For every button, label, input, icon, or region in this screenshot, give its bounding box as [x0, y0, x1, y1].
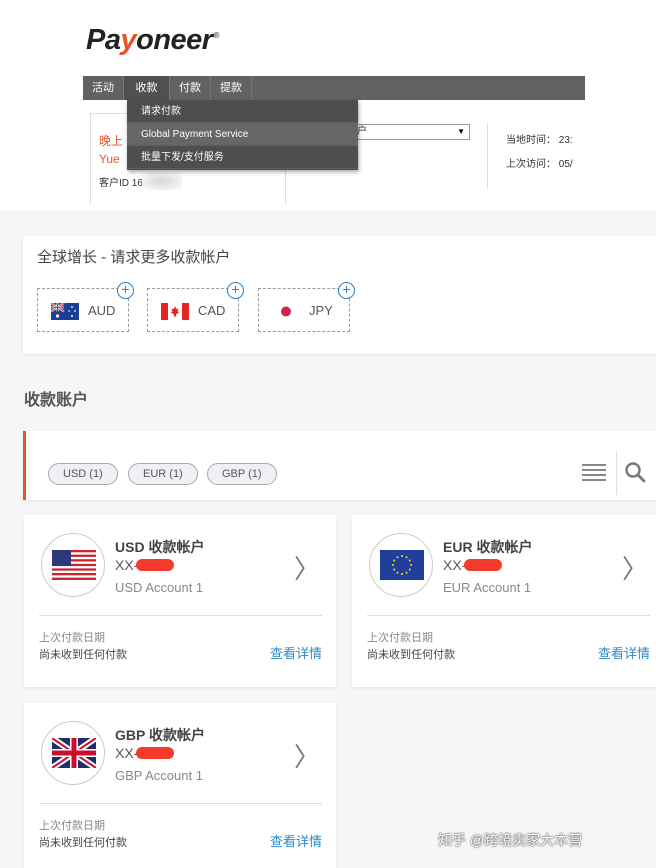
menu-global-payment-service[interactable]: Global Payment Service [127, 123, 358, 146]
redaction-mark [464, 559, 502, 571]
receive-dropdown-menu: 请求付款 Global Payment Service 批量下发/支付服务 [127, 100, 358, 170]
filter-gbp[interactable]: GBP (1) [207, 463, 277, 485]
account-title: GBP 收款帐户 [115, 727, 205, 743]
account-number: XX- [443, 557, 467, 573]
nav-receive[interactable]: 收款 [124, 76, 170, 100]
menu-request-payment[interactable]: 请求付款 [127, 100, 358, 123]
currency-chip-aud[interactable]: AUD + [37, 282, 134, 332]
account-title: EUR 收款帐户 [443, 539, 533, 555]
currency-chip-cad[interactable]: CAD + [147, 282, 244, 332]
eur-flag-badge [369, 533, 433, 597]
last-payment-value: 尚未收到任何付款 [39, 837, 127, 849]
menu-batch-payout[interactable]: 批量下发/支付服务 [127, 146, 358, 169]
redaction-mark [136, 747, 174, 759]
australia-flag-icon [51, 303, 79, 320]
chevron-right-icon[interactable]: 〉 [294, 737, 320, 774]
last-payment-label: 上次付款日期 [39, 820, 105, 832]
list-view-icon[interactable] [582, 462, 606, 482]
account-subtitle: EUR Account 1 [443, 580, 532, 595]
main-nav: 活动 收款 付款 提款 [83, 76, 585, 100]
divider [487, 124, 488, 188]
chevron-right-icon[interactable]: 〉 [622, 549, 648, 586]
payoneer-logo[interactable]: Payoneer® [86, 24, 220, 57]
customer-id: 客户ID 16 [99, 178, 143, 189]
last-payment-label: 上次付款日期 [367, 632, 433, 644]
account-number: XX- [115, 557, 139, 573]
currency-code: CAD [198, 303, 226, 318]
filter-usd[interactable]: USD (1) [48, 463, 118, 485]
view-details-link[interactable]: 查看详情 [270, 643, 322, 662]
japan-flag-icon [272, 303, 300, 320]
view-details-link[interactable]: 查看详情 [598, 643, 650, 662]
divider [39, 615, 322, 616]
search-icon[interactable] [624, 461, 646, 483]
dashboard: 全球增长 - 请求更多收款帐户 AUD + CAD + JPY + 收款账户 U… [0, 210, 656, 868]
nav-pay[interactable]: 付款 [170, 76, 211, 100]
currency-chip-jpy[interactable]: JPY + [258, 282, 355, 332]
currency-filter-bar: USD (1) EUR (1) GBP (1) [23, 431, 656, 500]
chevron-right-icon[interactable]: 〉 [294, 549, 320, 586]
currency-code: JPY [309, 303, 333, 318]
global-growth-card: 全球增长 - 请求更多收款帐户 AUD + CAD + JPY + [23, 236, 656, 354]
nav-activity[interactable]: 活动 [83, 76, 124, 100]
legacy-payoneer-header: Payoneer® 活动 收款 付款 提款 晚上 Yue 客户ID 16 请求付… [0, 0, 656, 210]
last-payment-value: 尚未收到任何付款 [367, 649, 455, 661]
section-title: 收款账户 [24, 392, 89, 409]
account-card-eur[interactable]: EUR 收款帐户 XX- EUR Account 1 〉 上次付款日期 尚未收到… [352, 515, 656, 687]
nav-withdraw[interactable]: 提款 [211, 76, 252, 100]
user-name: Yue [99, 152, 120, 166]
source-watermark: 知乎 @跨境卖家大本营 [438, 832, 583, 848]
account-number: XX- [115, 745, 139, 761]
canada-flag-icon [161, 303, 189, 320]
divider [616, 451, 617, 495]
add-currency-plus-icon[interactable]: + [338, 282, 355, 299]
last-payment-label: 上次付款日期 [39, 632, 105, 644]
us-flag-icon [52, 550, 96, 580]
account-card-usd[interactable]: USD 收款帐户 XX- USD Account 1 〉 上次付款日期 尚未收到… [24, 515, 336, 687]
currency-code: AUD [88, 303, 116, 318]
add-currency-plus-icon[interactable]: + [227, 282, 244, 299]
redaction-mark [136, 559, 174, 571]
growth-title: 全球增长 - 请求更多收款帐户 [37, 249, 231, 266]
account-select-value: 户 [357, 126, 367, 137]
account-title: USD 收款帐户 [115, 539, 205, 555]
local-time: 当地时间： 23: [506, 135, 573, 146]
account-subtitle: USD Account 1 [115, 580, 204, 595]
divider [39, 803, 322, 804]
dropdown-arrow-icon: ▼ [457, 127, 465, 136]
uk-flag-icon [52, 738, 96, 768]
last-payment-value: 尚未收到任何付款 [39, 649, 127, 661]
account-card-gbp[interactable]: GBP 收款帐户 XX- GBP Account 1 〉 上次付款日期 尚未收到… [24, 703, 336, 868]
redaction-blur [142, 172, 182, 190]
usd-flag-badge [41, 533, 105, 597]
eu-flag-icon [380, 550, 424, 580]
account-subtitle: GBP Account 1 [115, 768, 203, 783]
filter-eur[interactable]: EUR (1) [128, 463, 198, 485]
add-currency-plus-icon[interactable]: + [117, 282, 134, 299]
last-visit: 上次访问： 05/ [506, 159, 573, 170]
gbp-flag-badge [41, 721, 105, 785]
view-details-link[interactable]: 查看详情 [270, 831, 322, 850]
account-select[interactable]: 户 ▼ [348, 124, 470, 140]
divider [367, 615, 650, 616]
greeting-text: 晚上 [99, 134, 124, 148]
